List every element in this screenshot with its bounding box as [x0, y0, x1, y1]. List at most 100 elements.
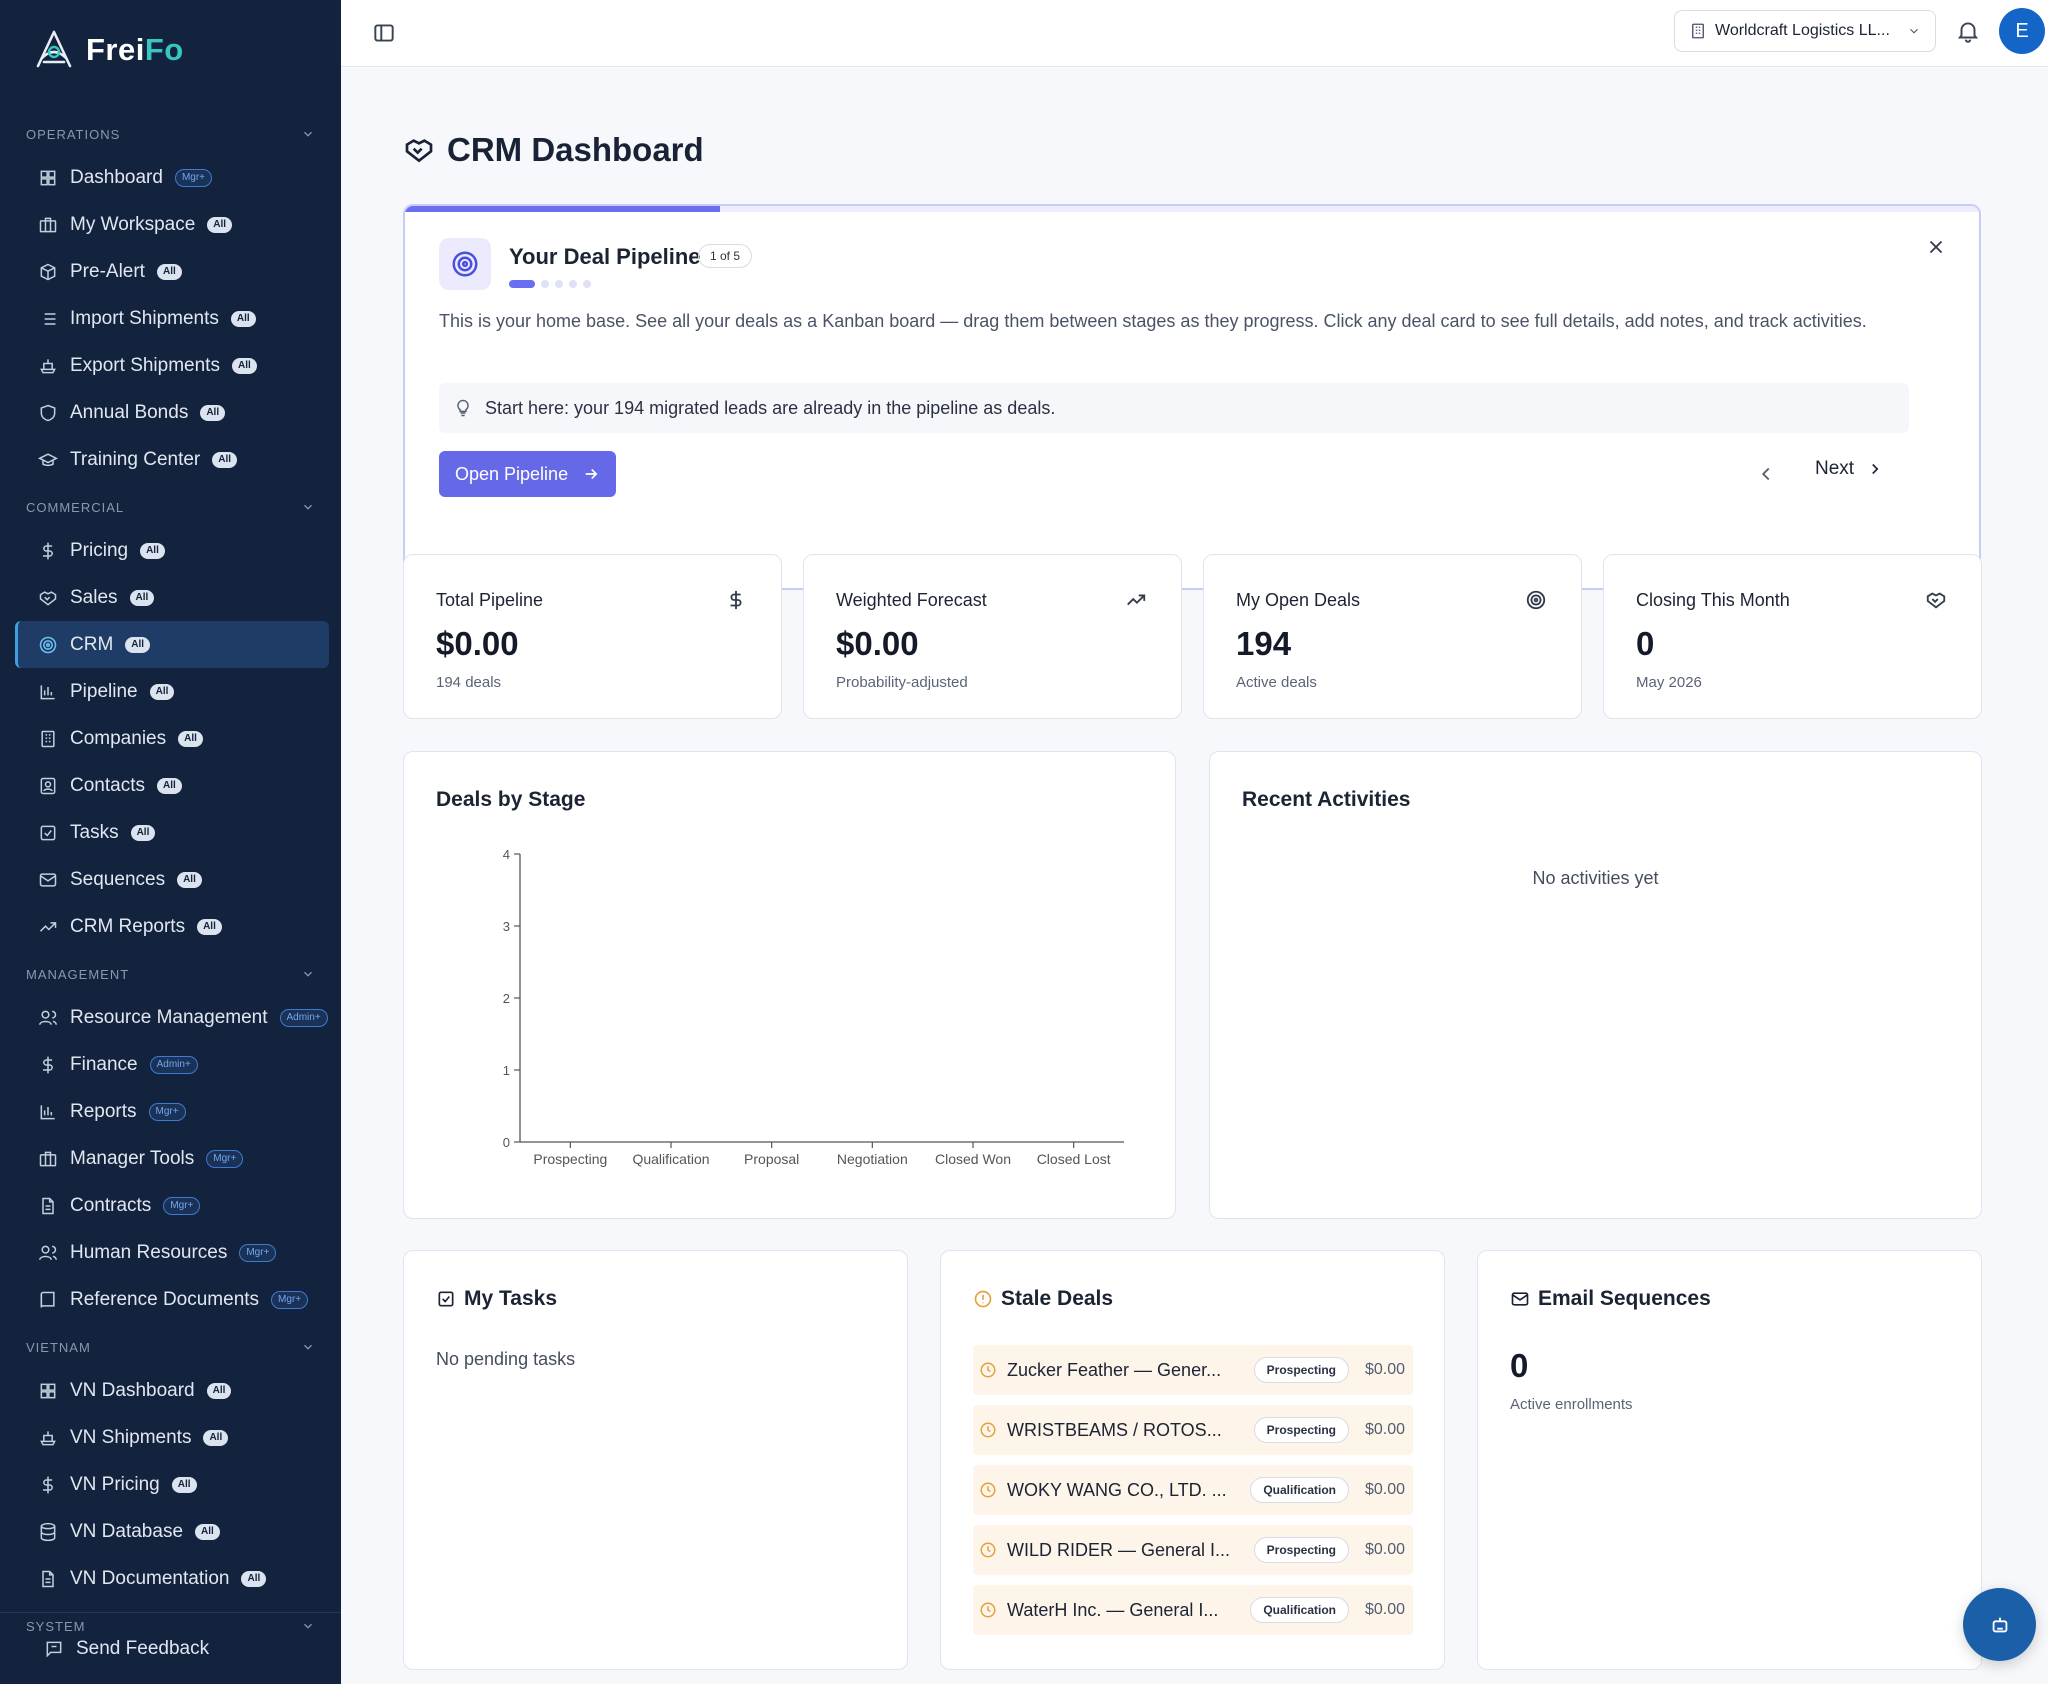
section-title: VIETNAM — [26, 1339, 91, 1355]
sidebar-item-vn-shipments[interactable]: VN Shipments All — [12, 1414, 329, 1461]
my-tasks-card: My Tasks No pending tasks — [403, 1250, 908, 1670]
sidebar-item-vn-database[interactable]: VN Database All — [12, 1508, 329, 1555]
tasks-empty-message: No pending tasks — [436, 1349, 576, 1369]
sidebar-item-companies[interactable]: Companies All — [12, 715, 329, 762]
sidebar-item-my-workspace[interactable]: My Workspace All — [12, 201, 329, 248]
sidebar-item-vn-dashboard[interactable]: VN Dashboard All — [12, 1367, 329, 1414]
ship-icon — [38, 1428, 58, 1448]
deal-name: WaterH Inc. — General I... — [1007, 1599, 1219, 1620]
sidebar-item-label: Reports — [70, 1100, 137, 1122]
section-header-vietnam[interactable]: VIETNAM — [0, 1327, 341, 1367]
deal-stage-badge: Prospecting — [1253, 1357, 1349, 1383]
sidebar-item-human-resources[interactable]: Human Resources Mgr+ — [12, 1229, 329, 1276]
stale-deal-row[interactable]: Zucker Feather — Gener... Prospecting $0.0… — [973, 1345, 1413, 1395]
deal-amount: $0.00 — [1364, 1481, 1405, 1498]
open-pipeline-button[interactable]: Open Pipeline — [439, 451, 617, 497]
send-feedback-button[interactable]: Send Feedback — [0, 1612, 341, 1684]
role-badge: All — [195, 1523, 220, 1540]
brand[interactable]: FreiFo — [32, 28, 184, 72]
sidebar-item-dashboard[interactable]: Dashboard Mgr+ — [12, 154, 329, 201]
my-tasks-title: My Tasks — [436, 1287, 557, 1311]
sidebar-item-annual-bonds[interactable]: Annual Bonds All — [12, 389, 329, 436]
sidebar-item-contacts[interactable]: Contacts All — [12, 762, 329, 809]
page-title: CRM Dashboard — [403, 131, 704, 169]
page-title-text: CRM Dashboard — [447, 131, 704, 168]
section-title: OPERATIONS — [26, 126, 121, 142]
sidebar-item-reference-documents[interactable]: Reference Documents Mgr+ — [12, 1276, 329, 1323]
sidebar-item-pipeline[interactable]: Pipeline All — [12, 668, 329, 715]
stat-label: Closing This Month — [1636, 590, 1790, 610]
role-badge: All — [230, 310, 256, 327]
ship-icon — [38, 356, 58, 376]
y-tick-label: 4 — [503, 847, 510, 862]
sidebar-item-sequences[interactable]: Sequences All — [12, 856, 329, 903]
sidebar-item-crm[interactable]: CRM All — [15, 621, 329, 668]
chevron-left-icon[interactable] — [1755, 463, 1777, 485]
role-badge: All — [178, 730, 203, 747]
mail-icon — [38, 870, 58, 890]
onboarding-progress-fill — [405, 206, 720, 212]
message-square-icon — [46, 1641, 62, 1657]
role-badge: All — [129, 589, 155, 606]
sidebar-item-import-shipments[interactable]: Import Shipments All — [12, 295, 329, 342]
role-badge: Admin+ — [149, 1055, 198, 1074]
stale-deal-row[interactable]: WOKY WANG CO., LTD. ... Qualification $0.0… — [973, 1465, 1413, 1515]
check-square-icon — [438, 1291, 454, 1307]
role-badge: All — [125, 636, 151, 653]
sidebar-item-sales[interactable]: Sales All — [12, 574, 329, 621]
stat-subtext: May 2026 — [1636, 674, 1702, 691]
bell-icon[interactable] — [1955, 18, 1981, 44]
sidebar-item-finance[interactable]: Finance Admin+ — [12, 1041, 329, 1088]
role-badge: All — [177, 871, 202, 888]
target-icon — [1525, 589, 1547, 611]
role-badge: All — [212, 451, 238, 468]
x-tick-label: Negotiation — [837, 1151, 908, 1167]
sidebar-item-resource-management[interactable]: Resource Management Admin+ — [12, 994, 329, 1041]
handshake-icon — [405, 139, 433, 163]
sidebar-item-training-center[interactable]: Training Center All — [12, 436, 329, 483]
role-badge: All — [200, 404, 226, 421]
trend-icon — [1125, 589, 1147, 611]
x-tick-label: Qualification — [632, 1151, 709, 1167]
list-icon — [38, 309, 58, 329]
assistant-fab-button[interactable] — [1963, 1588, 2036, 1661]
clock-icon — [979, 1541, 997, 1559]
sidebar-item-tasks[interactable]: Tasks All — [12, 809, 329, 856]
sidebar-item-label: VN Documentation — [70, 1567, 230, 1589]
user-avatar[interactable]: E — [1999, 8, 2045, 54]
sidebar-item-pre-alert[interactable]: Pre-Alert All — [12, 248, 329, 295]
stat-value: $0.00 — [436, 625, 519, 662]
graduation-cap-icon — [38, 450, 58, 470]
sidebar-item-export-shipments[interactable]: Export Shipments All — [12, 342, 329, 389]
role-badge: Mgr+ — [148, 1102, 186, 1121]
next-label: Next — [1815, 458, 1855, 479]
role-badge: All — [231, 357, 257, 374]
close-icon[interactable] — [1925, 236, 1947, 258]
top-bar: Worldcraft Logistics LL... E — [341, 0, 2048, 67]
section-header-operations[interactable]: OPERATIONS — [0, 114, 341, 154]
sidebar-item-vn-documentation[interactable]: VN Documentation All — [12, 1555, 329, 1602]
next-button[interactable]: Next — [1815, 458, 1884, 480]
section-header-commercial[interactable]: COMMERCIAL — [0, 487, 341, 527]
sidebar-toggle-icon[interactable] — [371, 20, 397, 46]
onboarding-title: Your Deal Pipeline — [509, 244, 701, 269]
organization-select[interactable]: Worldcraft Logistics LL... — [1674, 10, 1936, 52]
stale-deal-row[interactable]: WRISTBEAMS / ROTOS... Prospecting $0.00 — [973, 1405, 1413, 1455]
layout-grid-icon — [38, 1381, 58, 1401]
stale-deal-row[interactable]: WILD RIDER — General I... Prospecting $0.0… — [973, 1525, 1413, 1575]
sidebar-item-pricing[interactable]: Pricing All — [12, 527, 329, 574]
sidebar-item-vn-pricing[interactable]: VN Pricing All — [12, 1461, 329, 1508]
stat-subtext: Active deals — [1236, 674, 1317, 691]
role-badge: All — [203, 1429, 229, 1446]
lightbulb-icon — [457, 399, 469, 417]
sidebar-item-manager-tools[interactable]: Manager Tools Mgr+ — [12, 1135, 329, 1182]
chevron-down-icon — [304, 971, 312, 977]
deal-amount: $0.00 — [1364, 1601, 1405, 1618]
sidebar-item-contracts[interactable]: Contracts Mgr+ — [12, 1182, 329, 1229]
stale-deal-row[interactable]: WaterH Inc. — General I... Qualification $… — [973, 1585, 1413, 1635]
sidebar-item-label: VN Dashboard — [70, 1379, 195, 1401]
step-dot — [555, 280, 563, 288]
sidebar-item-crm-reports[interactable]: CRM Reports All — [12, 903, 329, 950]
section-header-management[interactable]: MANAGEMENT — [0, 954, 341, 994]
sidebar-item-reports[interactable]: Reports Mgr+ — [12, 1088, 329, 1135]
